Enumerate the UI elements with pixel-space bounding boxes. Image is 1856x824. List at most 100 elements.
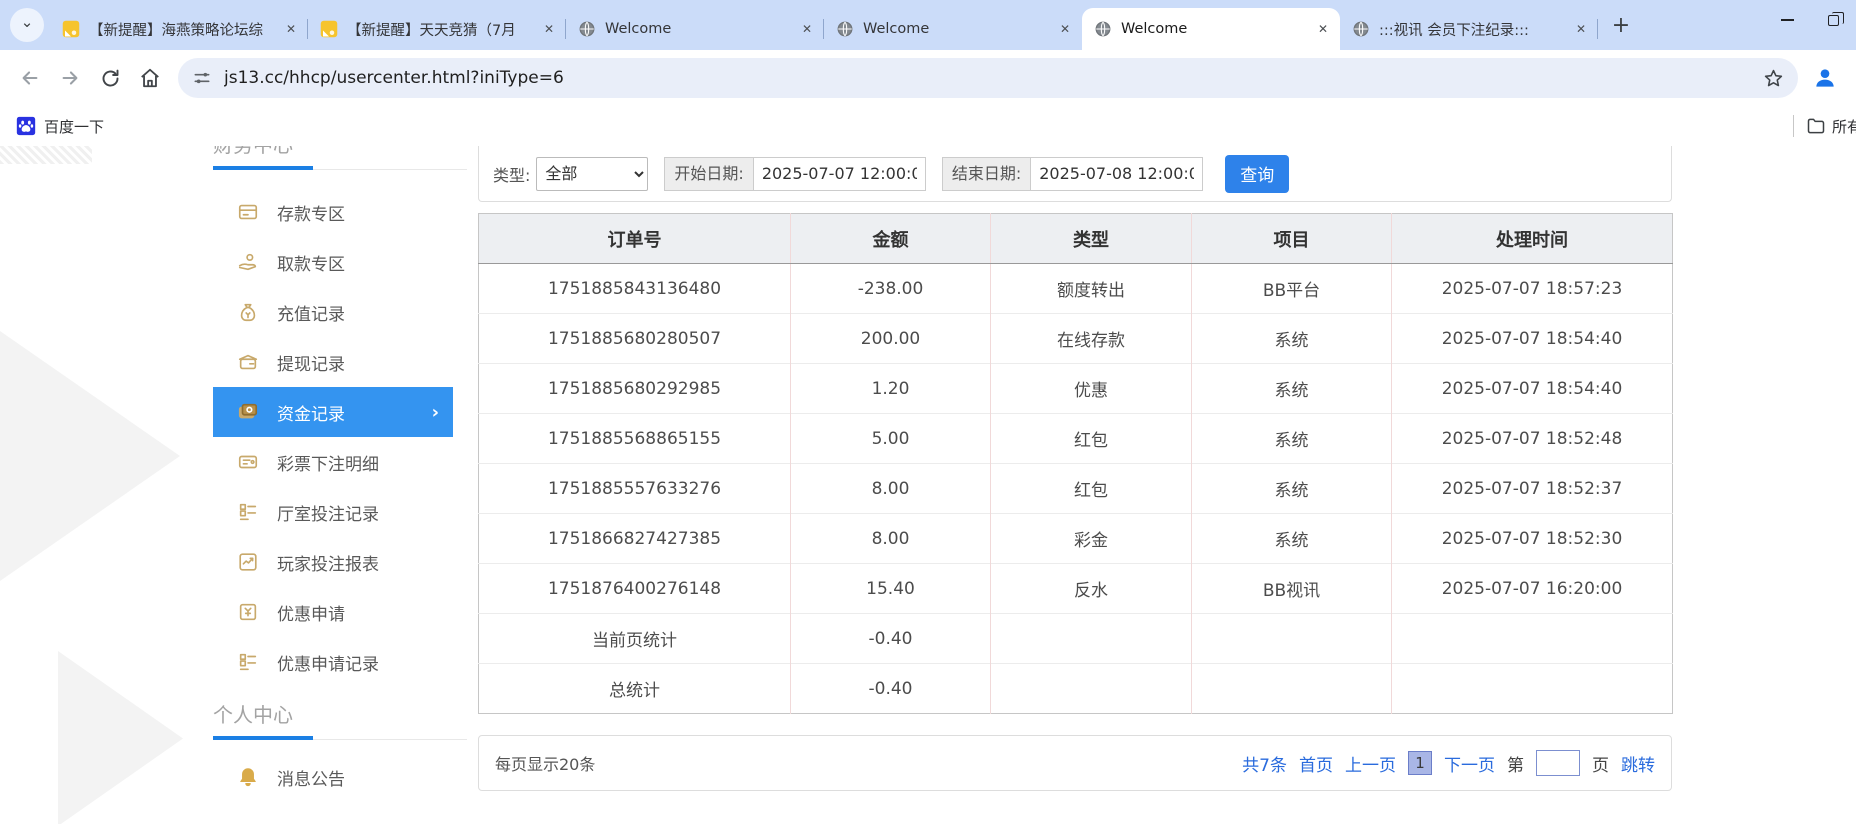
table-cell: 1751876400276148 <box>479 564 791 614</box>
column-header: 类型 <box>991 214 1192 264</box>
table-cell: 红包 <box>991 464 1192 514</box>
restore-button[interactable] <box>1810 0 1856 40</box>
end-date-label: 结束日期: <box>942 157 1031 191</box>
globe-icon <box>1094 20 1112 38</box>
sidebar: 财务中心 存款专区 取款专区 充值记录 提现记录 资金记录 彩票下注明细 厅室投… <box>213 146 467 824</box>
end-date-input[interactable] <box>1031 157 1203 191</box>
sidebar-item[interactable]: 消息公告 <box>213 752 467 802</box>
star-icon[interactable] <box>1763 68 1784 89</box>
bookmark-baidu[interactable]: 百度一下 <box>16 116 104 137</box>
first-page-link[interactable]: 首页 <box>1299 751 1333 776</box>
forward-icon[interactable] <box>53 61 87 95</box>
tab-close-icon[interactable] <box>1572 20 1590 38</box>
background-triangle-decoration <box>58 651 183 824</box>
sidebar-item-label: 玩家投注报表 <box>277 550 379 575</box>
browser-tab[interactable]: Welcome <box>1082 8 1340 50</box>
tab-title: Welcome <box>863 21 1056 37</box>
table-cell: 1751885843136480 <box>479 264 791 314</box>
table-cell: 2025-07-07 16:20:00 <box>1392 564 1673 614</box>
new-tab-button[interactable] <box>1606 10 1636 40</box>
table-cell: 当前页统计 <box>479 614 791 664</box>
avatar-icon <box>1812 65 1838 91</box>
address-bar[interactable]: js13.cc/hhcp/usercenter.html?iniType=6 <box>178 58 1798 98</box>
window-controls <box>1764 0 1856 40</box>
prev-page-link[interactable]: 上一页 <box>1345 751 1396 776</box>
site-settings-icon[interactable] <box>192 68 212 88</box>
type-filter-select[interactable]: 全部 <box>536 157 648 191</box>
table-row: 总统计-0.40 <box>479 664 1673 714</box>
sidebar-item-label: 充值记录 <box>277 300 345 325</box>
table-row: 当前页统计-0.40 <box>479 614 1673 664</box>
table-cell <box>1392 664 1673 714</box>
browser-tab[interactable]: Welcome <box>824 8 1082 50</box>
tab-close-icon[interactable] <box>1056 20 1074 38</box>
browser-tab[interactable]: :::视讯 会员下注纪录::: <box>1340 8 1598 50</box>
url-text[interactable]: js13.cc/hhcp/usercenter.html?iniType=6 <box>224 68 1763 88</box>
browser-toolbar: js13.cc/hhcp/usercenter.html?iniType=6 <box>0 50 1856 106</box>
sidebar-item-cutoff[interactable] <box>213 810 467 824</box>
back-icon[interactable] <box>13 61 47 95</box>
forum-icon <box>320 20 338 38</box>
tab-close-icon[interactable] <box>1314 20 1332 38</box>
sidebar-item[interactable]: 提现记录 <box>213 337 467 387</box>
profile-avatar[interactable] <box>1808 61 1842 95</box>
sidebar-item-label: 提现记录 <box>277 350 345 375</box>
sidebar-item[interactable]: 彩票下注明细 <box>213 437 467 487</box>
type-filter-label: 类型: <box>493 162 530 186</box>
tab-search-icon[interactable] <box>10 8 44 42</box>
lottery-detail-icon <box>237 451 259 473</box>
jump-button[interactable]: 跳转 <box>1621 751 1655 776</box>
sidebar-item[interactable]: 玩家投注报表 <box>213 537 467 587</box>
table-cell: 1751885680292985 <box>479 364 791 414</box>
start-date-label: 开始日期: <box>664 157 753 191</box>
recharge-bag-icon <box>237 301 259 323</box>
table-cell <box>991 614 1192 664</box>
current-page-indicator[interactable]: 1 <box>1408 751 1432 775</box>
table-cell: 200.00 <box>791 314 991 364</box>
sidebar-item[interactable]: 取款专区 <box>213 237 467 287</box>
tab-close-icon[interactable] <box>798 20 816 38</box>
table-cell <box>1192 664 1392 714</box>
start-date-input[interactable] <box>754 157 926 191</box>
query-button[interactable]: 查询 <box>1225 155 1289 193</box>
column-header: 项目 <box>1192 214 1392 264</box>
table-body: 1751885843136480-238.00额度转出BB平台2025-07-0… <box>479 264 1673 714</box>
sidebar-section-personal-title: 个人中心 <box>213 702 293 728</box>
sidebar-item-label: 厅室投注记录 <box>277 500 379 525</box>
browser-tab[interactable]: 【新提醒】天天竞猜（7月 <box>308 8 566 50</box>
home-icon[interactable] <box>133 61 167 95</box>
deposit-card-icon <box>237 201 259 223</box>
tab-close-icon[interactable] <box>282 20 300 38</box>
sidebar-item[interactable]: 充值记录 <box>213 287 467 337</box>
table-cell: 1.20 <box>791 364 991 414</box>
sidebar-item[interactable]: 厅室投注记录 <box>213 487 467 537</box>
globe-icon <box>836 20 854 38</box>
browser-tab[interactable]: 【新提醒】海燕策略论坛综 <box>50 8 308 50</box>
table-cell: 8.00 <box>791 514 991 564</box>
forum-icon <box>62 20 80 38</box>
table-cell: 15.40 <box>791 564 991 614</box>
sidebar-item[interactable]: 资金记录 <box>213 387 453 437</box>
browser-tab[interactable]: Welcome <box>566 8 824 50</box>
sidebar-item[interactable]: 存款专区 <box>213 187 467 237</box>
reload-icon[interactable] <box>93 61 127 95</box>
player-report-icon <box>237 551 259 573</box>
sidebar-item[interactable]: 优惠申请记录 <box>213 637 467 687</box>
table-cell: 反水 <box>991 564 1192 614</box>
table-cell: -0.40 <box>791 614 991 664</box>
table-cell: 2025-07-07 18:52:48 <box>1392 414 1673 464</box>
all-bookmarks-button[interactable]: 所有书签 <box>1806 116 1856 137</box>
tab-close-icon[interactable] <box>540 20 558 38</box>
next-page-link[interactable]: 下一页 <box>1444 751 1495 776</box>
bookmark-label: 百度一下 <box>44 116 104 137</box>
sidebar-item[interactable]: 优惠申请 <box>213 587 467 637</box>
table-cell: 8.00 <box>791 464 991 514</box>
table-cell: BB视讯 <box>1192 564 1392 614</box>
table-cell: 5.00 <box>791 414 991 464</box>
pager-controls: 共7条 首页 上一页 1 下一页 第 页 跳转 <box>1242 750 1655 776</box>
column-header: 处理时间 <box>1392 214 1673 264</box>
start-date-group: 开始日期: <box>664 157 925 191</box>
page-jump-input[interactable] <box>1536 750 1580 776</box>
minimize-button[interactable] <box>1764 0 1810 40</box>
page-size-text: 每页显示20条 <box>495 751 595 775</box>
